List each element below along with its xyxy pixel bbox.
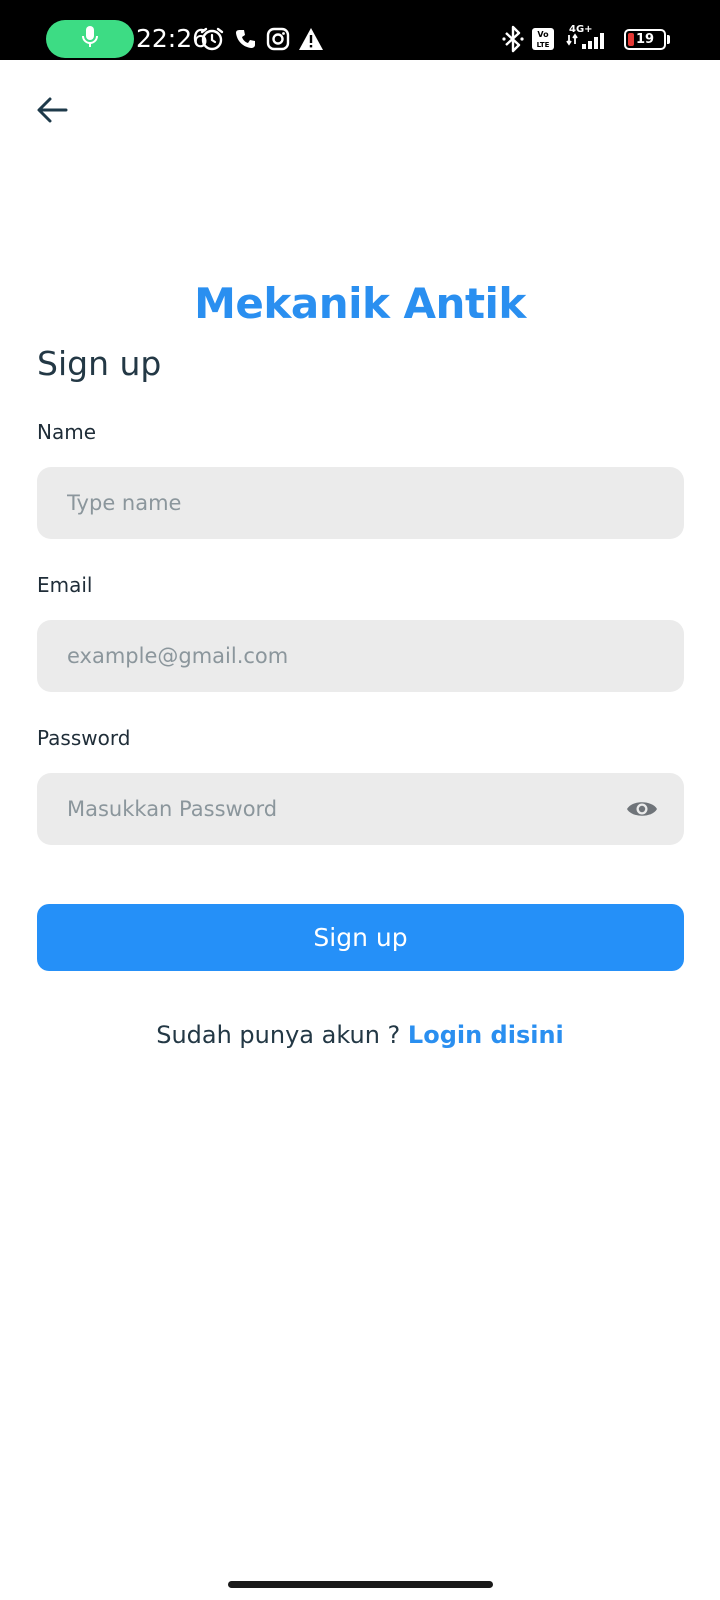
instagram-icon	[265, 26, 291, 52]
back-button[interactable]	[30, 90, 74, 134]
status-bar: 22:26 Vo LTE 4G+ 19	[0, 0, 720, 60]
email-input[interactable]	[37, 620, 684, 692]
bluetooth-icon	[500, 25, 526, 53]
svg-text:Vo: Vo	[537, 30, 549, 39]
warning-icon	[298, 26, 324, 52]
volte-icon: Vo LTE	[531, 26, 555, 52]
name-field-container	[37, 467, 684, 539]
email-field-container	[37, 620, 684, 692]
login-link[interactable]: Login disini	[408, 1021, 564, 1049]
mic-icon	[81, 25, 99, 53]
alarm-icon	[199, 26, 225, 52]
eye-icon[interactable]	[624, 793, 660, 825]
battery-icon: 19	[624, 29, 666, 50]
app-name: Mekanik Antik	[194, 279, 526, 328]
page-title: Sign up	[37, 344, 162, 383]
home-indicator[interactable]	[228, 1581, 493, 1588]
password-field-container	[37, 773, 684, 845]
status-time: 22:26	[136, 24, 209, 53]
battery-nub	[667, 35, 670, 44]
signal-icon	[566, 30, 616, 50]
login-prompt-row: Sudah punya akun ? Login disini	[0, 1018, 720, 1052]
password-input[interactable]	[37, 773, 684, 845]
sign-up-button[interactable]: Sign up	[37, 904, 684, 971]
battery-level-text: 19	[635, 32, 655, 47]
password-label: Password	[37, 726, 131, 750]
svg-text:LTE: LTE	[537, 41, 550, 49]
name-label: Name	[37, 420, 97, 444]
login-prompt-text: Sudah punya akun ?	[156, 1021, 401, 1049]
mic-indicator[interactable]	[46, 20, 134, 58]
email-label: Email	[37, 573, 93, 597]
arrow-left-icon	[36, 96, 68, 128]
phone-icon	[233, 26, 259, 52]
name-input[interactable]	[37, 467, 684, 539]
